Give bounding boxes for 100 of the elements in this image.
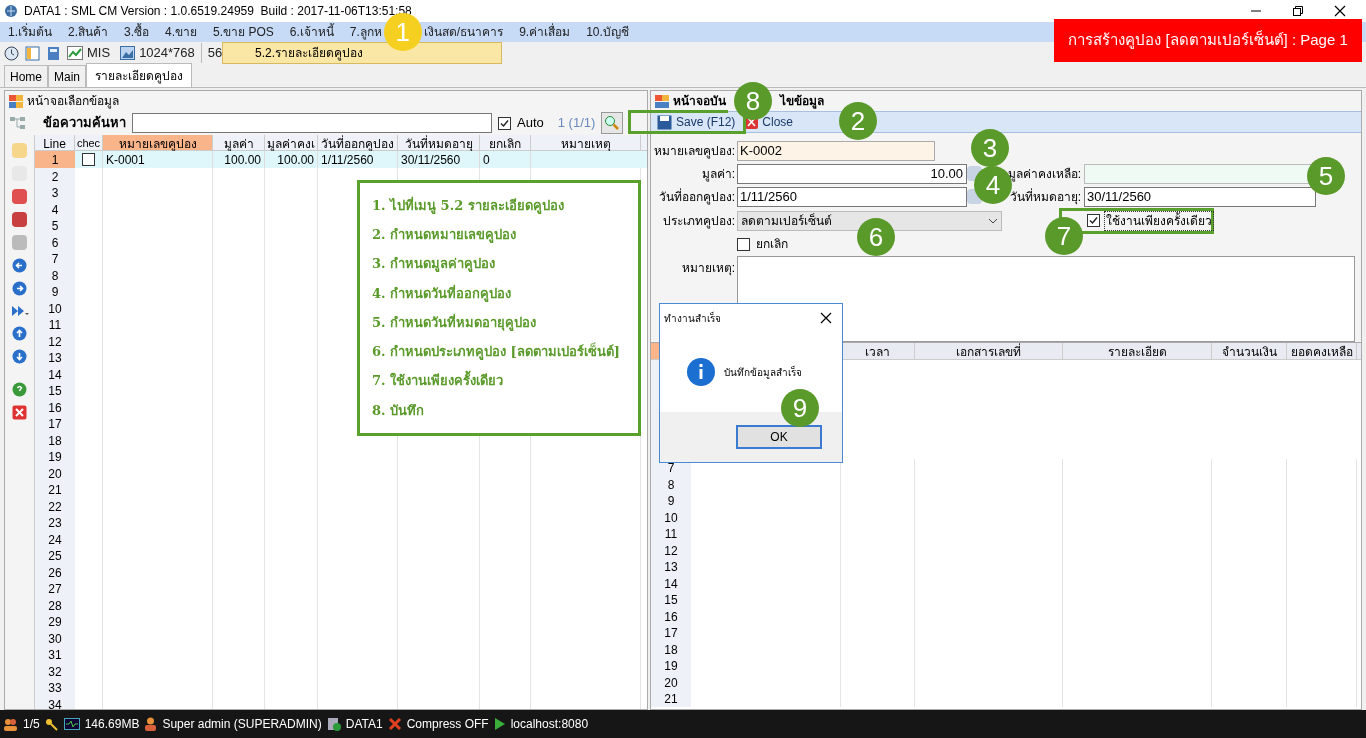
save-button[interactable]: Save (F12) [657,113,736,131]
table-cell: 1/11/2560 [318,151,398,168]
menu-item[interactable]: 2.สินค้า [68,23,109,41]
line-number: 15 [35,382,75,399]
arrow-up-icon[interactable] [12,326,27,341]
instruction-step: 4. กำหนดวันที่ออกคูปอง [372,283,638,304]
table-row[interactable]: 1 K-0001 100.00 100.00 1/11/2560 30/11/2560 0 [35,151,647,168]
tab[interactable]: Main [48,65,87,87]
page-banner: การสร้างคูปอง [ลดตามเปอร์เซ็นต์] : Page 1 [1054,19,1362,62]
instruction-step: 1. ไปที่เมนู 5.2 รายละเอียดคูปอง [372,195,638,216]
app-icon [4,4,18,18]
tab[interactable]: Home [4,65,48,87]
image-icon [120,46,136,60]
instruction-step: 3. กำหนดมูลค่าคูปอง [372,254,638,274]
layout-icon[interactable] [25,45,40,61]
field-label: ประเภทคูปอง: [661,212,736,230]
line-number: 7 [35,250,75,267]
coupon-number-field[interactable]: K-0002 [737,140,935,161]
field-label: มูลค่าคงเหลือ: [1007,165,1081,183]
line-number: 27 [35,580,75,597]
column-header[interactable]: หมายเหตุ [531,135,641,150]
column-header[interactable]: มูลค่า [213,135,265,150]
table-cell: K-0001 [103,151,213,168]
resolution-button[interactable]: 1024*768 [120,43,195,63]
line-number: 1 [35,151,75,168]
column-header[interactable]: เอกสารเลขที่ [915,343,1063,359]
page-counter: 1 (1/1) [557,114,596,133]
clock-icon[interactable] [4,45,19,61]
menu-item[interactable]: 9.ค่าเสื่อม [519,23,571,41]
once-checkbox[interactable] [1087,214,1100,227]
menu-item[interactable]: 1.เริ่มต้น [8,23,52,41]
note-field[interactable] [737,256,1355,342]
arrow-left-icon[interactable] [12,258,27,273]
menu-item[interactable]: 3.ซื้อ [124,23,150,41]
line-number: 19 [651,657,691,674]
column-header[interactable]: วันที่ออกคูปอง [318,135,398,150]
status-text: Compress OFF [406,716,489,733]
field-label: วันที่หมดอายุ: [1009,187,1081,206]
menu-item[interactable]: 7.ลูกห [349,23,382,41]
line-number: 21 [651,690,691,707]
instruction-step: 8. บันทึก [372,400,638,421]
ok-button[interactable]: OK [736,425,822,449]
line-number: 9 [35,283,75,300]
panel-title: หน้าจอเลือกข้อมูล [27,93,119,110]
issue-date-field[interactable]: 1/11/2560 [737,186,967,207]
column-header[interactable]: รายละเอียด [1063,343,1212,359]
column-header[interactable]: วันที่หมดอายุ [398,135,480,150]
users-icon [3,717,18,731]
line-number: 9 [651,492,691,509]
menu-item[interactable]: 6.เจ้าหนี้ [289,23,334,41]
amount-field[interactable]: 10.00 [737,163,967,184]
search-button[interactable] [601,112,624,134]
status-text: DATA1 [345,716,383,733]
table-cell: 100.00 [265,151,318,168]
auto-label: Auto [517,114,544,133]
tab[interactable]: รายละเอียดคูปอง [86,63,193,87]
field-label: หมายเลขคูปอง: [652,142,736,160]
menu-item[interactable]: 4.ขาย [165,23,198,41]
arrow-down-icon[interactable] [12,349,27,364]
panel-icon [655,94,669,108]
search-field[interactable] [132,113,492,133]
panel-icon [9,94,23,108]
column-header[interactable]: ยกเลิก [480,135,531,150]
database-icon [326,717,341,731]
menu-item[interactable]: 5.ขาย POS [213,23,274,41]
instruction-step: 2. กำหนดหมายเลขคูปอง [372,225,638,245]
menu-item[interactable]: เงินสด/ธนาคาร [423,23,504,41]
close-icon[interactable] [1334,5,1346,17]
column-header[interactable]: มูลค่าคงเ [265,135,318,150]
restore-icon[interactable] [1292,5,1304,17]
fast-forward-icon[interactable] [10,304,29,318]
line-number: 17 [35,415,75,432]
arrow-right-icon[interactable] [12,281,27,296]
dialog-message: บันทึกข้อมูลสำเร็จ [724,364,802,380]
column-header[interactable]: หมายเลขคูปอง [103,135,213,150]
user-icon [144,717,158,731]
expire-date-field[interactable]: 30/11/2560 [1084,186,1316,207]
line-number: 15 [651,591,691,608]
row-checkbox[interactable] [82,152,95,166]
caret-icon [988,217,998,224]
line-number: 3 [35,184,75,201]
line-number: 29 [35,613,75,630]
submenu[interactable]: 5.2.รายละเอียดคูปอง [222,42,502,64]
auto-checkbox[interactable] [498,116,511,130]
field-label: หมายเหตุ: [680,260,736,277]
line-number: 21 [35,481,75,498]
column-header[interactable]: ยอดคงเหลือ [1287,343,1357,359]
line-number: 13 [651,558,691,575]
cancel-checkbox[interactable] [737,237,750,251]
column-header[interactable]: Line [35,135,75,150]
column-header[interactable]: จำนวนเงิน [1212,343,1287,359]
line-number: 17 [651,624,691,641]
menu-item[interactable]: 10.บัญชี [586,23,629,41]
help-icon[interactable] [12,382,27,397]
close-icon[interactable] [820,312,832,324]
info-icon [686,357,716,387]
line-number: 19 [35,448,75,465]
status-text: Super admin (SUPERADMIN) [162,716,322,733]
instruction-step: 7. ใช้งานเพียงครั้งเดียว [372,371,638,391]
mis-button[interactable]: MIS [67,43,111,63]
